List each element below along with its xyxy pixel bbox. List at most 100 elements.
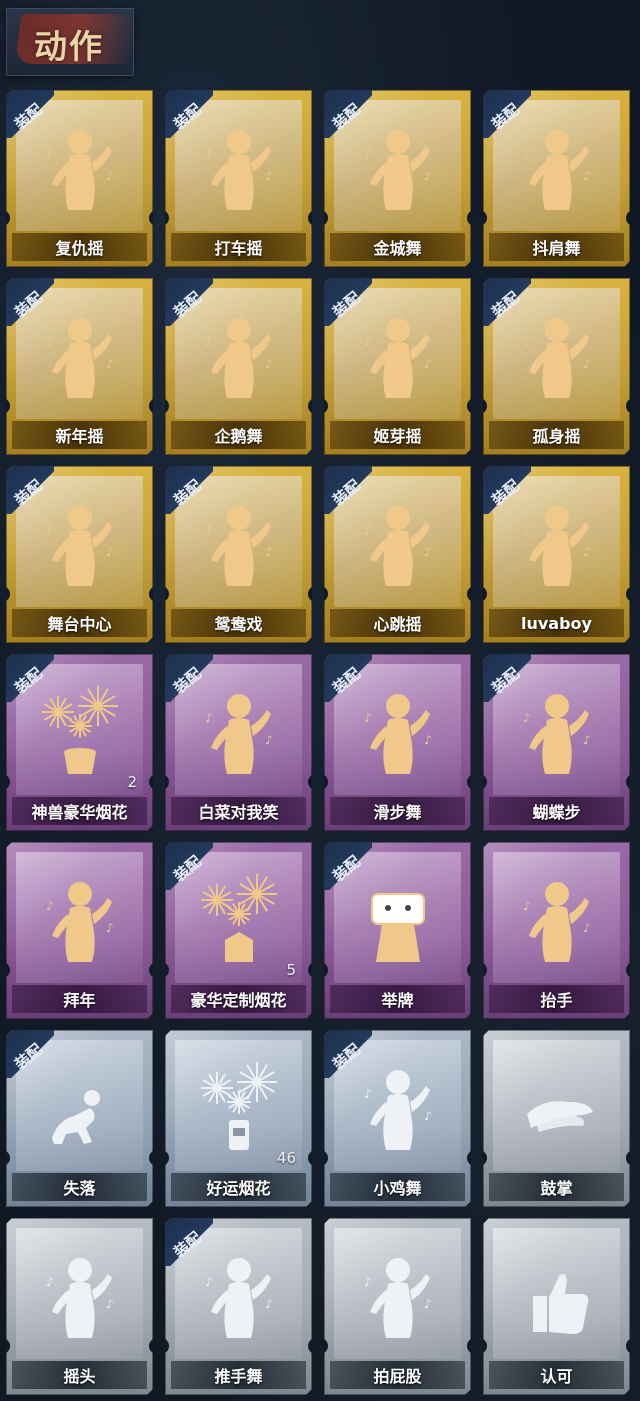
card-notch-right xyxy=(467,774,471,790)
card-notch-right xyxy=(308,398,312,414)
emote-name: 白菜对我笑 xyxy=(198,803,279,822)
emote-card[interactable]: ♪ ♪ 装配 姬芽摇 xyxy=(324,278,471,455)
emote-card[interactable]: 46 好运烟花 xyxy=(165,1030,312,1207)
emote-name: 好运烟花 xyxy=(206,1179,271,1198)
emote-card[interactable]: 装配 失落 xyxy=(6,1030,153,1207)
emote-card[interactable]: ♪ ♪ 装配 舞台中心 xyxy=(6,466,153,643)
card-notch-right xyxy=(467,1338,471,1354)
card-notch-right xyxy=(626,586,630,602)
svg-text:♪: ♪ xyxy=(583,169,591,183)
emote-name: 豪华定制烟花 xyxy=(190,991,287,1010)
card-label-bar: 抖肩舞 xyxy=(489,233,624,261)
emote-card[interactable]: ♪ ♪ 装配 luvaboy xyxy=(483,466,630,643)
equipped-badge-label: 装配 xyxy=(329,852,364,886)
equipped-badge: 装配 xyxy=(324,466,372,514)
equipped-badge: 装配 xyxy=(6,1030,54,1078)
emote-grid: ♪ ♪ 装配 复仇摇 ♪ ♪ 装配 打车摇 ♪ ♪ 装配 金城舞 ♪ ♪ 装配 抖肩舞 xyxy=(6,90,630,1395)
emote-card[interactable]: ♪ ♪ 装配 复仇摇 xyxy=(6,90,153,267)
emote-card[interactable]: ♪ ♪ 装配 小鸡舞 xyxy=(324,1030,471,1207)
equipped-badge-label: 装配 xyxy=(488,288,523,322)
card-notch-left xyxy=(483,586,487,602)
emote-card[interactable]: ♪ ♪ 抬手 xyxy=(483,842,630,1019)
card-label-bar: 舞台中心 xyxy=(12,609,147,637)
card-notch-right xyxy=(467,398,471,414)
emote-card[interactable]: 装配 举牌 xyxy=(324,842,471,1019)
svg-text:♪: ♪ xyxy=(424,169,432,183)
emote-name: 抖肩舞 xyxy=(532,239,581,258)
emote-card[interactable]: 装配 2 神兽豪华烟花 xyxy=(6,654,153,831)
card-notch-right xyxy=(308,962,312,978)
card-notch-right xyxy=(149,398,153,414)
emote-card[interactable]: 认可 xyxy=(483,1218,630,1395)
item-count: 5 xyxy=(286,961,296,979)
emote-card[interactable]: ♪ ♪ 装配 孤身摇 xyxy=(483,278,630,455)
emote-card[interactable]: ♪ ♪ 装配 抖肩舞 xyxy=(483,90,630,267)
page-title: 动作 xyxy=(34,27,104,66)
bow-icon: ♪ ♪ xyxy=(36,870,124,970)
equipped-badge-label: 装配 xyxy=(170,288,205,322)
emote-card[interactable]: ♪ ♪ 装配 打车摇 xyxy=(165,90,312,267)
equipped-badge-label: 装配 xyxy=(329,288,364,322)
card-notch-right xyxy=(626,1338,630,1354)
emote-card[interactable]: ♪ ♪ 摇头 xyxy=(6,1218,153,1395)
emote-name: 鸳鸯戏 xyxy=(214,615,263,634)
svg-text:♪: ♪ xyxy=(424,1109,432,1123)
emote-card[interactable]: ♪ ♪ 装配 企鹅舞 xyxy=(165,278,312,455)
emote-card[interactable]: ♪ ♪ 装配 鸳鸯戏 xyxy=(165,466,312,643)
equipped-badge-label: 装配 xyxy=(329,100,364,134)
svg-text:♪: ♪ xyxy=(265,545,273,559)
emote-name: 抬手 xyxy=(540,991,573,1010)
card-notch-left xyxy=(165,962,169,978)
card-label-bar: 姬芽摇 xyxy=(330,421,465,449)
emote-card[interactable]: ♪ ♪ 装配 心跳摇 xyxy=(324,466,471,643)
card-notch-right xyxy=(626,962,630,978)
equipped-badge: 装配 xyxy=(165,842,213,890)
card-notch-left xyxy=(165,210,169,226)
card-notch-left xyxy=(483,962,487,978)
svg-text:♪: ♪ xyxy=(583,921,591,935)
card-notch-left xyxy=(6,962,10,978)
fireworks-can-icon xyxy=(195,1058,283,1158)
card-notch-left xyxy=(165,398,169,414)
emote-card[interactable]: ♪ ♪ 装配 新年摇 xyxy=(6,278,153,455)
emote-card[interactable]: 鼓掌 xyxy=(483,1030,630,1207)
card-label-bar: 豪华定制烟花 xyxy=(171,985,306,1013)
card-notch-right xyxy=(626,210,630,226)
emote-name: 金城舞 xyxy=(373,239,422,258)
card-label-bar: 打车摇 xyxy=(171,233,306,261)
equipped-badge: 装配 xyxy=(483,654,531,702)
emote-name: 新年摇 xyxy=(55,427,104,446)
emote-card[interactable]: 装配 5 豪华定制烟花 xyxy=(165,842,312,1019)
emote-card[interactable]: ♪ ♪ 拍屁股 xyxy=(324,1218,471,1395)
emote-card[interactable]: ♪ ♪ 拜年 xyxy=(6,842,153,1019)
equipped-badge-label: 装配 xyxy=(488,100,523,134)
card-label-bar: 认可 xyxy=(489,1361,624,1389)
svg-text:♪: ♪ xyxy=(46,899,54,913)
svg-text:♪: ♪ xyxy=(424,1297,432,1311)
emote-card[interactable]: ♪ ♪ 装配 推手舞 xyxy=(165,1218,312,1395)
emote-card[interactable]: ♪ ♪ 装配 蝴蝶步 xyxy=(483,654,630,831)
emote-card[interactable]: ♪ ♪ 装配 金城舞 xyxy=(324,90,471,267)
emote-name: 鼓掌 xyxy=(540,1179,573,1198)
equipped-badge-label: 装配 xyxy=(170,100,205,134)
svg-text:♪: ♪ xyxy=(523,711,531,725)
equipped-badge: 装配 xyxy=(6,90,54,138)
svg-text:♪: ♪ xyxy=(205,1275,213,1289)
card-notch-right xyxy=(149,1338,153,1354)
equipped-badge: 装配 xyxy=(483,466,531,514)
card-notch-right xyxy=(308,774,312,790)
emote-card[interactable]: ♪ ♪ 装配 白菜对我笑 xyxy=(165,654,312,831)
svg-text:♪: ♪ xyxy=(265,169,273,183)
equipped-badge: 装配 xyxy=(324,654,372,702)
equipped-badge-label: 装配 xyxy=(11,100,46,134)
svg-text:♪: ♪ xyxy=(106,1297,114,1311)
card-label-bar: 抬手 xyxy=(489,985,624,1013)
card-label-bar: 鼓掌 xyxy=(489,1173,624,1201)
emote-card[interactable]: ♪ ♪ 装配 滑步舞 xyxy=(324,654,471,831)
equipped-badge-label: 装配 xyxy=(488,476,523,510)
card-notch-left xyxy=(324,1338,328,1354)
svg-text:♪: ♪ xyxy=(106,545,114,559)
emote-name: 姬芽摇 xyxy=(373,427,422,446)
svg-text:♪: ♪ xyxy=(106,357,114,371)
emote-name: 企鹅舞 xyxy=(214,427,263,446)
